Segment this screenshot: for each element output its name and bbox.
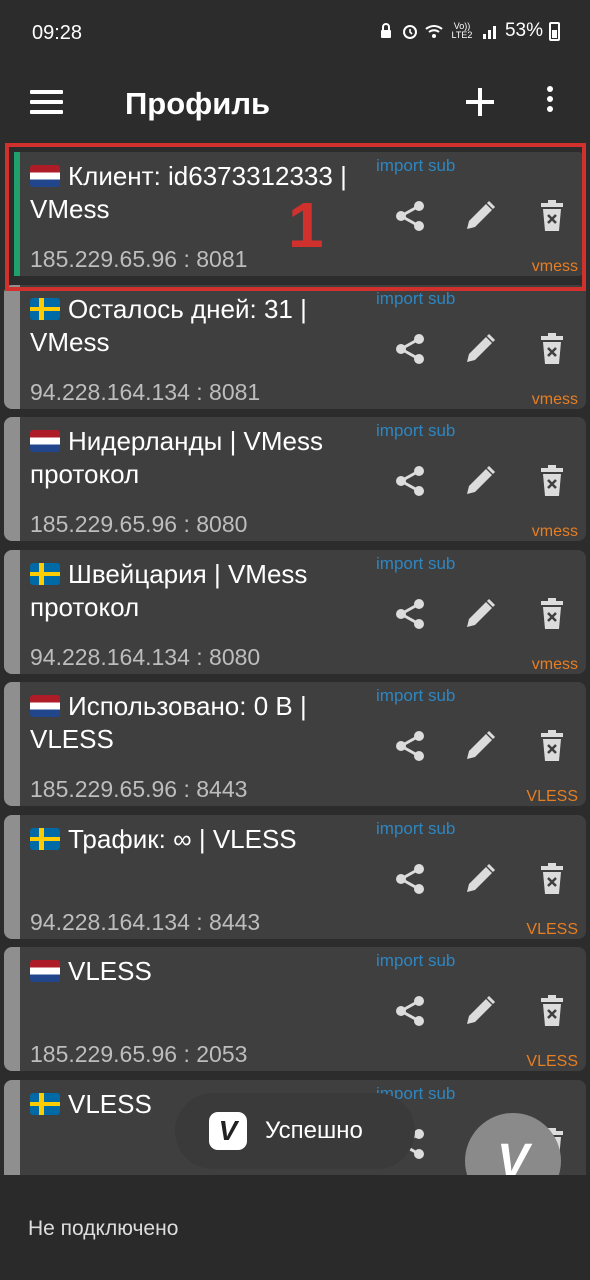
edit-icon[interactable] [462,861,498,897]
profile-name: VLESS [30,955,370,988]
sweden-flag-icon [30,298,60,320]
netherlands-flag-icon [30,165,60,187]
subscription-label: import sub [376,554,456,573]
protocol-label: vmess [531,523,578,540]
profile-name-text: Осталось дней: 31 | VMess [30,294,307,357]
edit-icon[interactable] [462,728,498,764]
bottom-bar: Не подключено [0,1175,590,1280]
edit-icon[interactable] [462,993,498,1029]
protocol-label: vmess [531,391,578,408]
edit-icon[interactable] [462,331,498,367]
more-vert-icon[interactable] [538,86,562,120]
alarm-icon [402,25,417,39]
protocol-label: VLESS [526,921,578,938]
netherlands-flag-icon [30,430,60,452]
profile-address: 94.228.164.134 : 8443 [30,909,261,935]
share-icon[interactable] [392,331,428,367]
connection-status: Не подключено [28,1217,179,1240]
signal-icon [482,26,496,39]
subscription-label: import sub [376,421,456,440]
protocol-label: VLESS [526,1053,578,1070]
netherlands-flag-icon [30,960,60,982]
protocol-label: vmess [531,656,578,673]
profile-name-text: VLESS [68,1089,152,1119]
delete-icon[interactable] [534,463,570,499]
selection-indicator [4,947,20,1071]
status-bar: 09:28 Vo)) LTE2 53% [0,0,590,70]
delete-icon[interactable] [534,331,570,367]
selection-indicator [4,682,20,806]
lock-icon [380,23,391,38]
selection-indicator [4,550,20,674]
profile-card[interactable]: Использовано: 0 B | VLESS import sub 185.2… [4,682,586,806]
profile-address: 185.229.65.96 : 8443 [30,776,248,802]
profile-name: Швейцария | VMess протокол [30,558,370,624]
edit-icon[interactable] [462,198,498,234]
volte-label: Vo)) LTE2 [451,21,473,40]
profile-list[interactable]: Клиент: id6373312333 | VMess import sub 18… [0,152,590,1175]
app-logo-icon: V [209,1112,247,1150]
profile-name: Использовано: 0 B | VLESS [30,690,370,756]
profile-name: Нидерланды | VMess протокол [30,425,370,491]
wifi-icon [425,25,443,38]
subscription-label: import sub [376,686,456,705]
subscription-label: import sub [376,289,456,308]
selection-indicator [4,152,20,276]
share-icon[interactable] [392,596,428,632]
delete-icon[interactable] [534,728,570,764]
edit-icon[interactable] [462,596,498,632]
selection-indicator [4,417,20,541]
share-icon[interactable] [392,198,428,234]
page-title: Профиль [125,86,271,121]
profile-name: Осталось дней: 31 | VMess [30,293,370,359]
netherlands-flag-icon [30,695,60,717]
annotation-label: 1 [288,189,324,261]
profile-name-text: Швейцария | VMess протокол [30,559,308,622]
profile-address: 185.229.65.96 : 8081 [30,246,248,272]
toast-text: Успешно [265,1117,363,1144]
profile-name-text: Использовано: 0 B | VLESS [30,691,307,754]
profile-address: 94.228.164.134 : 8080 [30,644,261,670]
profile-card[interactable]: Нидерланды | VMess протокол import sub 185… [4,417,586,541]
menu-icon[interactable] [30,90,66,120]
profile-name-text: VLESS [68,956,152,986]
edit-icon[interactable] [462,463,498,499]
toast: V Успешно [175,1093,415,1169]
profile-card[interactable]: Швейцария | VMess протокол import sub 94.2… [4,550,586,674]
profile-card[interactable]: Осталось дней: 31 | VMess import sub 94.22… [4,285,586,409]
subscription-label: import sub [376,156,456,175]
sweden-flag-icon [30,1093,60,1115]
protocol-label: vmess [531,258,578,275]
profile-address: 94.228.164.134 : 8081 [30,379,261,405]
share-icon[interactable] [392,861,428,897]
selection-indicator [4,285,20,409]
battery-icon [549,21,560,41]
add-icon[interactable] [462,84,498,120]
status-icons: Vo)) LTE2 53% [377,20,560,42]
share-icon[interactable] [392,728,428,764]
sweden-flag-icon [30,563,60,585]
subscription-label: import sub [376,819,456,838]
status-time: 09:28 [32,22,83,44]
share-icon[interactable] [392,993,428,1029]
delete-icon[interactable] [534,596,570,632]
share-icon[interactable] [392,463,428,499]
profile-address: 185.229.65.96 : 2053 [30,1041,248,1067]
delete-icon[interactable] [534,993,570,1029]
sweden-flag-icon [30,828,60,850]
delete-icon[interactable] [534,861,570,897]
profile-name: Трафик: ∞ | VLESS [30,823,370,856]
app-bar: Профиль [0,70,590,140]
profile-card[interactable]: Трафик: ∞ | VLESS import sub 94.228.164.13… [4,815,586,939]
profile-name-text: Нидерланды | VMess протокол [30,426,324,489]
profile-address: 185.229.65.96 : 8080 [30,511,248,537]
battery-percent: 53% [504,20,543,41]
subscription-label: import sub [376,951,456,970]
selection-indicator [4,815,20,939]
protocol-label: VLESS [526,788,578,805]
selection-indicator [4,1080,20,1175]
profile-card[interactable]: VLESS import sub 185.229.65.96 : 2053 VLESS [4,947,586,1071]
delete-icon[interactable] [534,198,570,234]
profile-name-text: Трафик: ∞ | VLESS [68,824,297,854]
